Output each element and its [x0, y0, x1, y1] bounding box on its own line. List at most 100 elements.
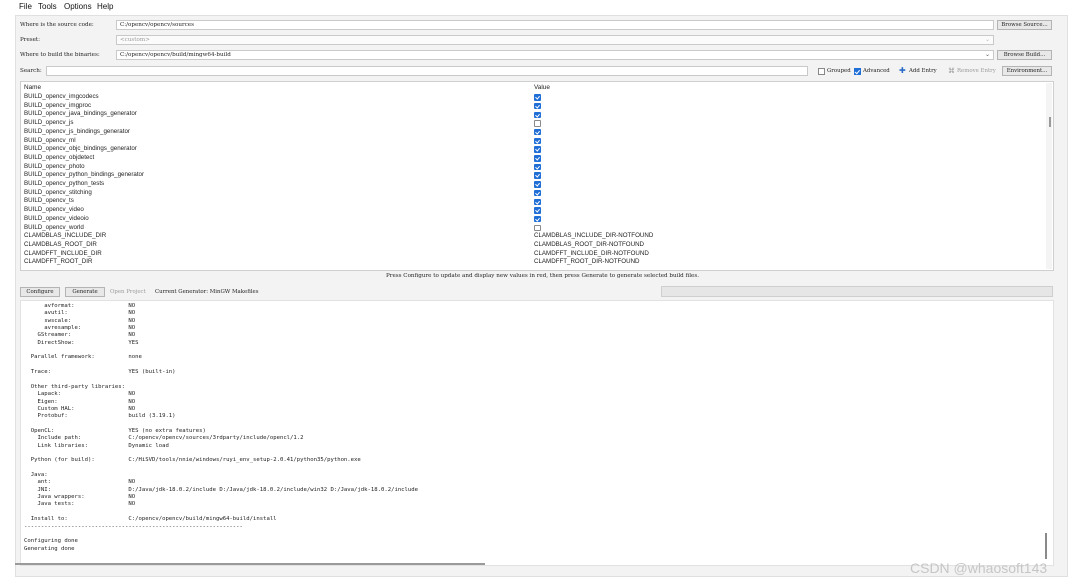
remove-entry-icon: ⌘	[948, 67, 955, 75]
entry-value[interactable]: CLAMDBLAS_ROOT_DIR-NOTFOUND	[534, 241, 644, 250]
generate-button[interactable]: Generate	[65, 287, 105, 297]
table-row[interactable]: BUILD_opencv_java_bindings_generator	[21, 110, 1045, 119]
entry-name: BUILD_opencv_video	[24, 206, 84, 214]
entry-value-checkbox[interactable]	[534, 224, 541, 232]
entry-name: BUILD_opencv_objdetect	[24, 153, 95, 161]
log-line: Python (for build): C:/HiSVD/tools/nnie/…	[24, 457, 361, 464]
output-log[interactable]: avformat: NO avutil: NO swscale: NO avre…	[20, 300, 1054, 566]
menu-help[interactable]: Help	[97, 2, 113, 11]
build-path-input[interactable]: C:/opencv/opencv/build/mingw64-build	[116, 50, 994, 60]
cache-table[interactable]: Name Value BUILD_opencv_imgcodecs BUILD_o…	[20, 81, 1054, 271]
browse-build-button[interactable]: Browse Build...	[997, 50, 1052, 60]
remove-entry-button[interactable]: Remove Entry	[957, 68, 996, 74]
status-message: Press Configure to update and display ne…	[386, 273, 699, 279]
log-line: Java wrappers: NO	[24, 494, 136, 501]
table-row[interactable]: BUILD_opencv_videoio	[21, 215, 1045, 224]
log-line: DirectShow: YES	[24, 339, 139, 346]
entry-value-checkbox[interactable]	[534, 181, 541, 188]
table-row[interactable]: BUILD_opencv_python_bindings_generator	[21, 171, 1045, 180]
menu-tools[interactable]: Tools	[38, 2, 57, 11]
table-row[interactable]: BUILD_opencv_objdetect	[21, 154, 1045, 163]
table-row[interactable]: CLAMDBLAS_ROOT_DIR CLAMDBLAS_ROOT_DIR-NOT…	[21, 241, 1045, 250]
table-row[interactable]: BUILD_opencv_world	[21, 224, 1045, 233]
log-line: Java tests: NO	[24, 501, 136, 508]
entry-name: BUILD_opencv_js	[24, 119, 74, 127]
entry-value-checkbox[interactable]	[534, 146, 541, 153]
entry-value-checkbox[interactable]	[534, 172, 541, 179]
chevron-down-icon[interactable]: ⌄	[985, 51, 990, 58]
build-label: Where to build the binaries:	[20, 52, 100, 58]
entry-name: BUILD_opencv_videoio	[24, 214, 89, 222]
column-header-value[interactable]: Value	[534, 84, 550, 91]
table-row[interactable]: BUILD_opencv_ml	[21, 137, 1045, 146]
table-row[interactable]: BUILD_opencv_js_bindings_generator	[21, 128, 1045, 137]
log-line: Trace: YES (built-in)	[24, 369, 176, 376]
menu-file[interactable]: File	[19, 2, 32, 11]
entry-value-checkbox[interactable]	[534, 189, 541, 197]
table-row[interactable]: BUILD_opencv_js	[21, 119, 1045, 128]
table-row[interactable]: BUILD_opencv_photo	[21, 163, 1045, 172]
table-row[interactable]: BUILD_opencv_imgproc	[21, 102, 1045, 111]
table-row[interactable]: BUILD_opencv_ts	[21, 197, 1045, 206]
entry-name: BUILD_opencv_ml	[24, 136, 76, 144]
horizontal-scrollbar[interactable]	[15, 563, 485, 565]
grouped-checkbox[interactable]	[818, 68, 825, 75]
table-row[interactable]: BUILD_opencv_video	[21, 206, 1045, 215]
chevron-down-icon: ⌄	[985, 37, 991, 43]
source-label: Where is the source code:	[20, 22, 94, 28]
table-row[interactable]: CLAMDFFT_ROOT_DIR CLAMDFFT_ROOT_DIR-NOTFO…	[21, 258, 1045, 267]
log-line: ----------------------------------------…	[24, 523, 243, 530]
entry-value-checkbox[interactable]	[534, 198, 541, 206]
entry-name: BUILD_opencv_js_bindings_generator	[24, 127, 130, 135]
entry-name: BUILD_opencv_stitching	[24, 188, 92, 196]
entry-value-checkbox[interactable]	[534, 128, 541, 136]
entry-name: BUILD_opencv_imgcodecs	[24, 93, 99, 100]
table-row[interactable]: BUILD_opencv_stitching	[21, 189, 1045, 198]
entry-value-checkbox[interactable]	[534, 137, 541, 145]
add-entry-button[interactable]: Add Entry	[909, 68, 937, 74]
log-line: Custom HAL: NO	[24, 405, 136, 412]
log-line: GStreamer: NO	[24, 332, 136, 339]
entry-value[interactable]: CLAMDBLAS_INCLUDE_DIR-NOTFOUND	[534, 232, 653, 241]
entry-value-checkbox[interactable]	[534, 111, 541, 119]
entry-value[interactable]: CLAMDFFT_INCLUDE_DIR-NOTFOUND	[534, 250, 649, 259]
cache-scrollbar-thumb[interactable]	[1049, 117, 1051, 127]
open-project-button[interactable]: Open Project	[110, 289, 146, 295]
search-input[interactable]	[46, 66, 808, 76]
progress-bar	[661, 286, 1053, 297]
entry-value[interactable]: CLAMDFFT_ROOT_DIR-NOTFOUND	[534, 258, 640, 267]
table-row[interactable]: BUILD_opencv_objc_bindings_generator	[21, 145, 1045, 154]
entry-value-checkbox[interactable]	[534, 163, 541, 171]
table-row[interactable]: CLAMDBLAS_INCLUDE_DIR CLAMDBLAS_INCLUDE_D…	[21, 232, 1045, 241]
log-line: Other third-party libraries:	[24, 383, 126, 390]
log-line: Configuring done	[24, 538, 78, 545]
entry-value-checkbox[interactable]	[534, 215, 541, 223]
entry-value-checkbox[interactable]	[534, 120, 541, 127]
log-line: Link libraries: Dynamic load	[24, 442, 169, 449]
output-scrollbar-thumb[interactable]	[1045, 533, 1047, 559]
entry-name: BUILD_opencv_photo	[24, 162, 85, 170]
advanced-label: Advanced	[863, 68, 890, 74]
advanced-checkbox[interactable]	[854, 68, 861, 75]
preset-select[interactable]: <custom>	[116, 35, 994, 45]
entry-name: CLAMDFFT_INCLUDE_DIR	[24, 249, 102, 257]
log-line: avformat: NO	[24, 303, 136, 309]
table-row[interactable]: BUILD_opencv_imgcodecs	[21, 93, 1045, 102]
table-row[interactable]: CLAMDFFT_INCLUDE_DIR CLAMDFFT_INCLUDE_DIR…	[21, 250, 1045, 259]
watermark: CSDN @whaosoft143	[910, 560, 1048, 576]
cache-scrollbar[interactable]	[1046, 83, 1052, 269]
table-row[interactable]: BUILD_opencv_python_tests	[21, 180, 1045, 189]
menu-options[interactable]: Options	[64, 2, 92, 11]
entry-value-checkbox[interactable]	[534, 207, 541, 214]
column-header-name[interactable]: Name	[24, 84, 41, 91]
source-path-input[interactable]: C:/opencv/opencv/sources	[116, 20, 994, 30]
entry-value-checkbox[interactable]	[534, 155, 541, 162]
environment-button[interactable]: Environment...	[1002, 66, 1052, 76]
entry-value-checkbox[interactable]	[534, 94, 541, 101]
entry-value-checkbox[interactable]	[534, 102, 541, 110]
entry-name: BUILD_opencv_python_tests	[24, 180, 105, 187]
configure-button[interactable]: Configure	[20, 287, 60, 297]
browse-source-button[interactable]: Browse Source...	[997, 20, 1052, 30]
search-label: Search:	[20, 68, 42, 74]
entry-name: BUILD_opencv_java_bindings_generator	[24, 110, 137, 118]
